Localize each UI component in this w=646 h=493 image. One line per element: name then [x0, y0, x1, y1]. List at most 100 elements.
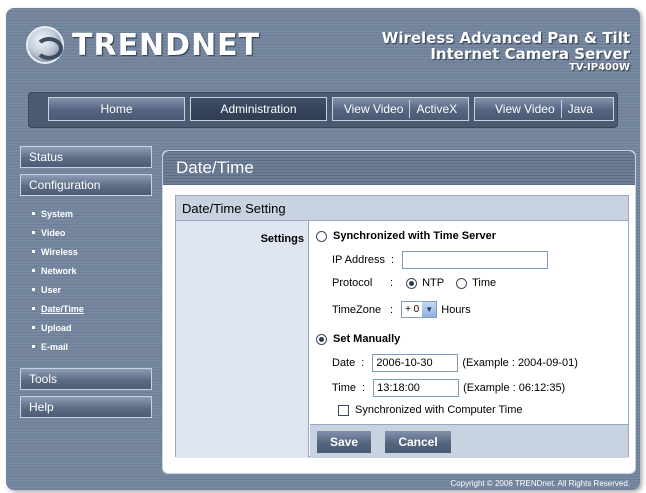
- bullet-icon: [32, 212, 35, 215]
- time-label: Time: [332, 382, 357, 394]
- nav-home[interactable]: Home: [48, 97, 185, 121]
- sidebar-help-label: Help: [29, 400, 54, 414]
- sidebar-item-label: Upload: [41, 322, 72, 333]
- ip-address-row: IP Address :: [332, 251, 549, 269]
- product-model: TV-IP400W: [569, 62, 630, 73]
- sidebar-item-label: Wireless: [41, 246, 78, 257]
- sidebar-item-user[interactable]: User: [20, 280, 152, 299]
- timezone-value: + 0: [405, 304, 420, 315]
- time-row: Time : 13:18:00 (Example : 06:12:35): [332, 379, 565, 397]
- trendnet-logo-icon: [26, 26, 64, 64]
- sidebar-item-label: Network: [41, 265, 77, 276]
- sync-server-option: Synchronized with Time Server: [316, 230, 496, 242]
- nav-view-video-activex[interactable]: View Video ActiveX: [332, 97, 469, 121]
- sidebar-configuration[interactable]: Configuration: [20, 174, 152, 196]
- ip-address-input[interactable]: [402, 251, 549, 269]
- sidebar-help[interactable]: Help: [20, 396, 152, 418]
- date-example: (Example : 2004-09-01): [462, 357, 578, 369]
- bullet-icon: [32, 231, 35, 234]
- timezone-unit: Hours: [441, 303, 471, 316]
- sidebar-configuration-label: Configuration: [29, 178, 101, 192]
- datetime-settings-box: Date/Time Setting Settings Synchronized …: [175, 195, 629, 458]
- timezone-sep: :: [390, 303, 394, 316]
- chevron-down-icon: ▼: [422, 302, 437, 317]
- sync-computer-checkbox[interactable]: [338, 404, 349, 416]
- time-sep: :: [362, 382, 366, 394]
- cancel-button[interactable]: Cancel: [384, 430, 452, 454]
- bullet-icon: [32, 269, 35, 272]
- nav-java-label: Java: [567, 102, 593, 116]
- product-line-2: Internet Camera Server: [430, 45, 630, 63]
- section-title: Date/Time Setting: [176, 196, 628, 221]
- protocol-time-radio[interactable]: [456, 277, 468, 289]
- ip-address-sep: :: [391, 254, 395, 266]
- sidebar-item-email[interactable]: E-mail: [20, 337, 152, 356]
- settings-label-column: Settings: [176, 221, 309, 458]
- set-manually-label: Set Manually: [333, 333, 401, 345]
- brand-logo: TRENDNET: [26, 26, 260, 64]
- product-title: Wireless Advanced Pan & Tilt Internet Ca…: [382, 30, 630, 74]
- sync-server-radio[interactable]: [316, 230, 327, 242]
- content-panel: Date/Time Date/Time Setting Settings Syn…: [162, 150, 636, 474]
- bullet-icon: [32, 307, 35, 310]
- brand-name: TRENDNET: [72, 27, 261, 63]
- sync-server-label: Synchronized with Time Server: [333, 230, 497, 242]
- nav-divider: [560, 100, 562, 118]
- time-input[interactable]: 13:18:00: [373, 379, 460, 397]
- bullet-icon: [32, 326, 35, 329]
- bullet-icon: [32, 250, 35, 253]
- set-manually-radio[interactable]: [316, 333, 327, 345]
- sidebar-item-label: System: [41, 208, 74, 219]
- sidebar-item-system[interactable]: System: [20, 204, 152, 223]
- protocol-ntp-radio[interactable]: [406, 277, 418, 289]
- sidebar-item-label: User: [41, 284, 62, 295]
- bullet-icon: [32, 288, 35, 291]
- protocol-label: Protocol: [332, 277, 373, 289]
- form-actions: Save Cancel: [310, 424, 628, 458]
- app-frame: TRENDNET Wireless Advanced Pan & Tilt In…: [6, 8, 640, 490]
- sidebar-item-wireless[interactable]: Wireless: [20, 242, 152, 261]
- nav-view-video-java[interactable]: View Video Java: [474, 97, 614, 121]
- sync-computer-label: Synchronized with Computer Time: [355, 404, 523, 416]
- settings-label: Settings: [260, 233, 304, 245]
- sidebar-status[interactable]: Status: [20, 146, 152, 168]
- nav-divider: [409, 100, 411, 118]
- sidebar-item-network[interactable]: Network: [20, 261, 152, 280]
- set-manually-option: Set Manually: [316, 333, 400, 345]
- sidebar-item-label: Date/Time: [41, 303, 84, 314]
- save-button[interactable]: Save: [316, 430, 372, 454]
- date-input[interactable]: 2006-10-30: [372, 354, 459, 372]
- page-title-text: Date/Time: [176, 158, 254, 177]
- sync-computer-row: Synchronized with Computer Time: [338, 404, 523, 416]
- sidebar: Status Configuration System Video Wirele…: [20, 146, 152, 424]
- protocol-row: Protocol : NTP Time: [332, 277, 496, 289]
- sidebar-tools-label: Tools: [29, 372, 58, 386]
- protocol-time-label: Time: [472, 277, 497, 289]
- sidebar-item-datetime[interactable]: Date/Time: [20, 299, 152, 318]
- sidebar-item-video[interactable]: Video: [20, 223, 152, 242]
- nav-administration[interactable]: Administration: [190, 97, 327, 121]
- sidebar-status-label: Status: [29, 150, 64, 164]
- nav-home-label: Home: [100, 102, 133, 116]
- timezone-label: TimeZone: [332, 303, 382, 316]
- sidebar-tools[interactable]: Tools: [20, 368, 152, 390]
- copyright: Copyright © 2006 TRENDnet. All Rights Re…: [450, 479, 630, 488]
- nav-activex-label: ActiveX: [416, 102, 458, 116]
- nav-view-video-label: View Video: [343, 102, 404, 116]
- date-row: Date : 2006-10-30 (Example : 2004-09-01): [332, 354, 578, 372]
- date-label: Date: [332, 357, 356, 369]
- timezone-select[interactable]: + 0 ▼: [401, 301, 438, 318]
- sidebar-item-upload[interactable]: Upload: [20, 318, 152, 337]
- sidebar-item-label: Video: [41, 227, 66, 238]
- protocol-ntp-label: NTP: [422, 277, 445, 289]
- bullet-icon: [32, 345, 35, 348]
- product-line-1: Wireless Advanced Pan & Tilt: [381, 29, 630, 47]
- header: TRENDNET Wireless Advanced Pan & Tilt In…: [6, 8, 640, 80]
- top-nav: Home Administration View Video ActiveX V…: [28, 92, 618, 128]
- nav-administration-label: Administration: [220, 102, 297, 116]
- nav-view-video-label-2: View Video: [495, 102, 555, 116]
- settings-form: Synchronized with Time Server IP Address…: [310, 221, 628, 458]
- time-example: (Example : 06:12:35): [463, 382, 566, 394]
- ip-address-label: IP Address: [332, 254, 385, 266]
- sidebar-item-label: E-mail: [41, 341, 69, 352]
